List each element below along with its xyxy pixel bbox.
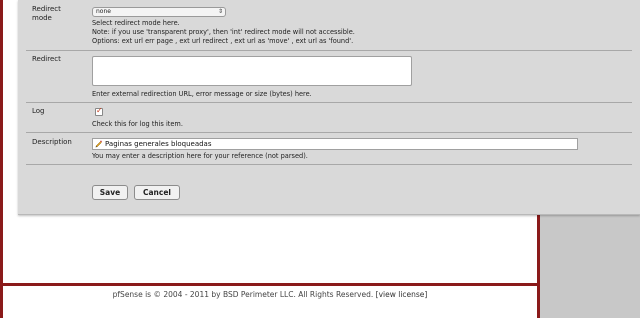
row-divider bbox=[26, 50, 632, 51]
redirect-mode-select[interactable]: none ⇕ bbox=[92, 7, 226, 17]
select-arrows-icon: ⇕ bbox=[217, 8, 223, 15]
frame-bottom-rule bbox=[3, 283, 537, 286]
footer-copyright: pfSense is © 2004 - 2011 by BSD Perimete… bbox=[112, 290, 374, 299]
log-checkbox[interactable]: ✓ bbox=[95, 106, 103, 116]
redirect-textarea[interactable] bbox=[92, 56, 412, 86]
redirect-mode-label: Redirect mode bbox=[32, 5, 61, 23]
view-license-link[interactable]: [view license] bbox=[376, 290, 428, 299]
redirect-mode-help-1: Select redirect mode here. bbox=[92, 19, 180, 27]
log-label: Log bbox=[32, 107, 45, 115]
row-divider bbox=[26, 132, 632, 133]
description-label: Description bbox=[32, 138, 72, 146]
redirect-help: Enter external redirection URL, error me… bbox=[92, 90, 312, 98]
log-help: Check this for log this item. bbox=[92, 120, 183, 128]
save-button[interactable]: Save bbox=[92, 185, 128, 200]
description-input[interactable]: Paginas generales bloqueadas bbox=[92, 138, 578, 150]
description-help: You may enter a description here for you… bbox=[92, 152, 308, 160]
row-divider bbox=[26, 164, 632, 165]
checkmark-icon: ✓ bbox=[96, 106, 103, 115]
form-panel: Redirect mode none ⇕ Select redirect mod… bbox=[18, 0, 640, 215]
redirect-mode-help-3: Options: ext url err page , ext url redi… bbox=[92, 37, 354, 45]
footer: pfSense is © 2004 - 2011 by BSD Perimete… bbox=[0, 290, 540, 299]
row-divider bbox=[26, 102, 632, 103]
description-value: Paginas generales bloqueadas bbox=[105, 140, 212, 148]
cancel-button[interactable]: Cancel bbox=[134, 185, 180, 200]
redirect-mode-selected: none bbox=[96, 8, 111, 15]
redirect-label: Redirect bbox=[32, 55, 61, 63]
pencil-icon bbox=[95, 140, 103, 148]
redirect-mode-help-2: Note: if you use 'transparent proxy', th… bbox=[92, 28, 355, 36]
redirect-mode-label-text: Redirect mode bbox=[32, 5, 61, 22]
